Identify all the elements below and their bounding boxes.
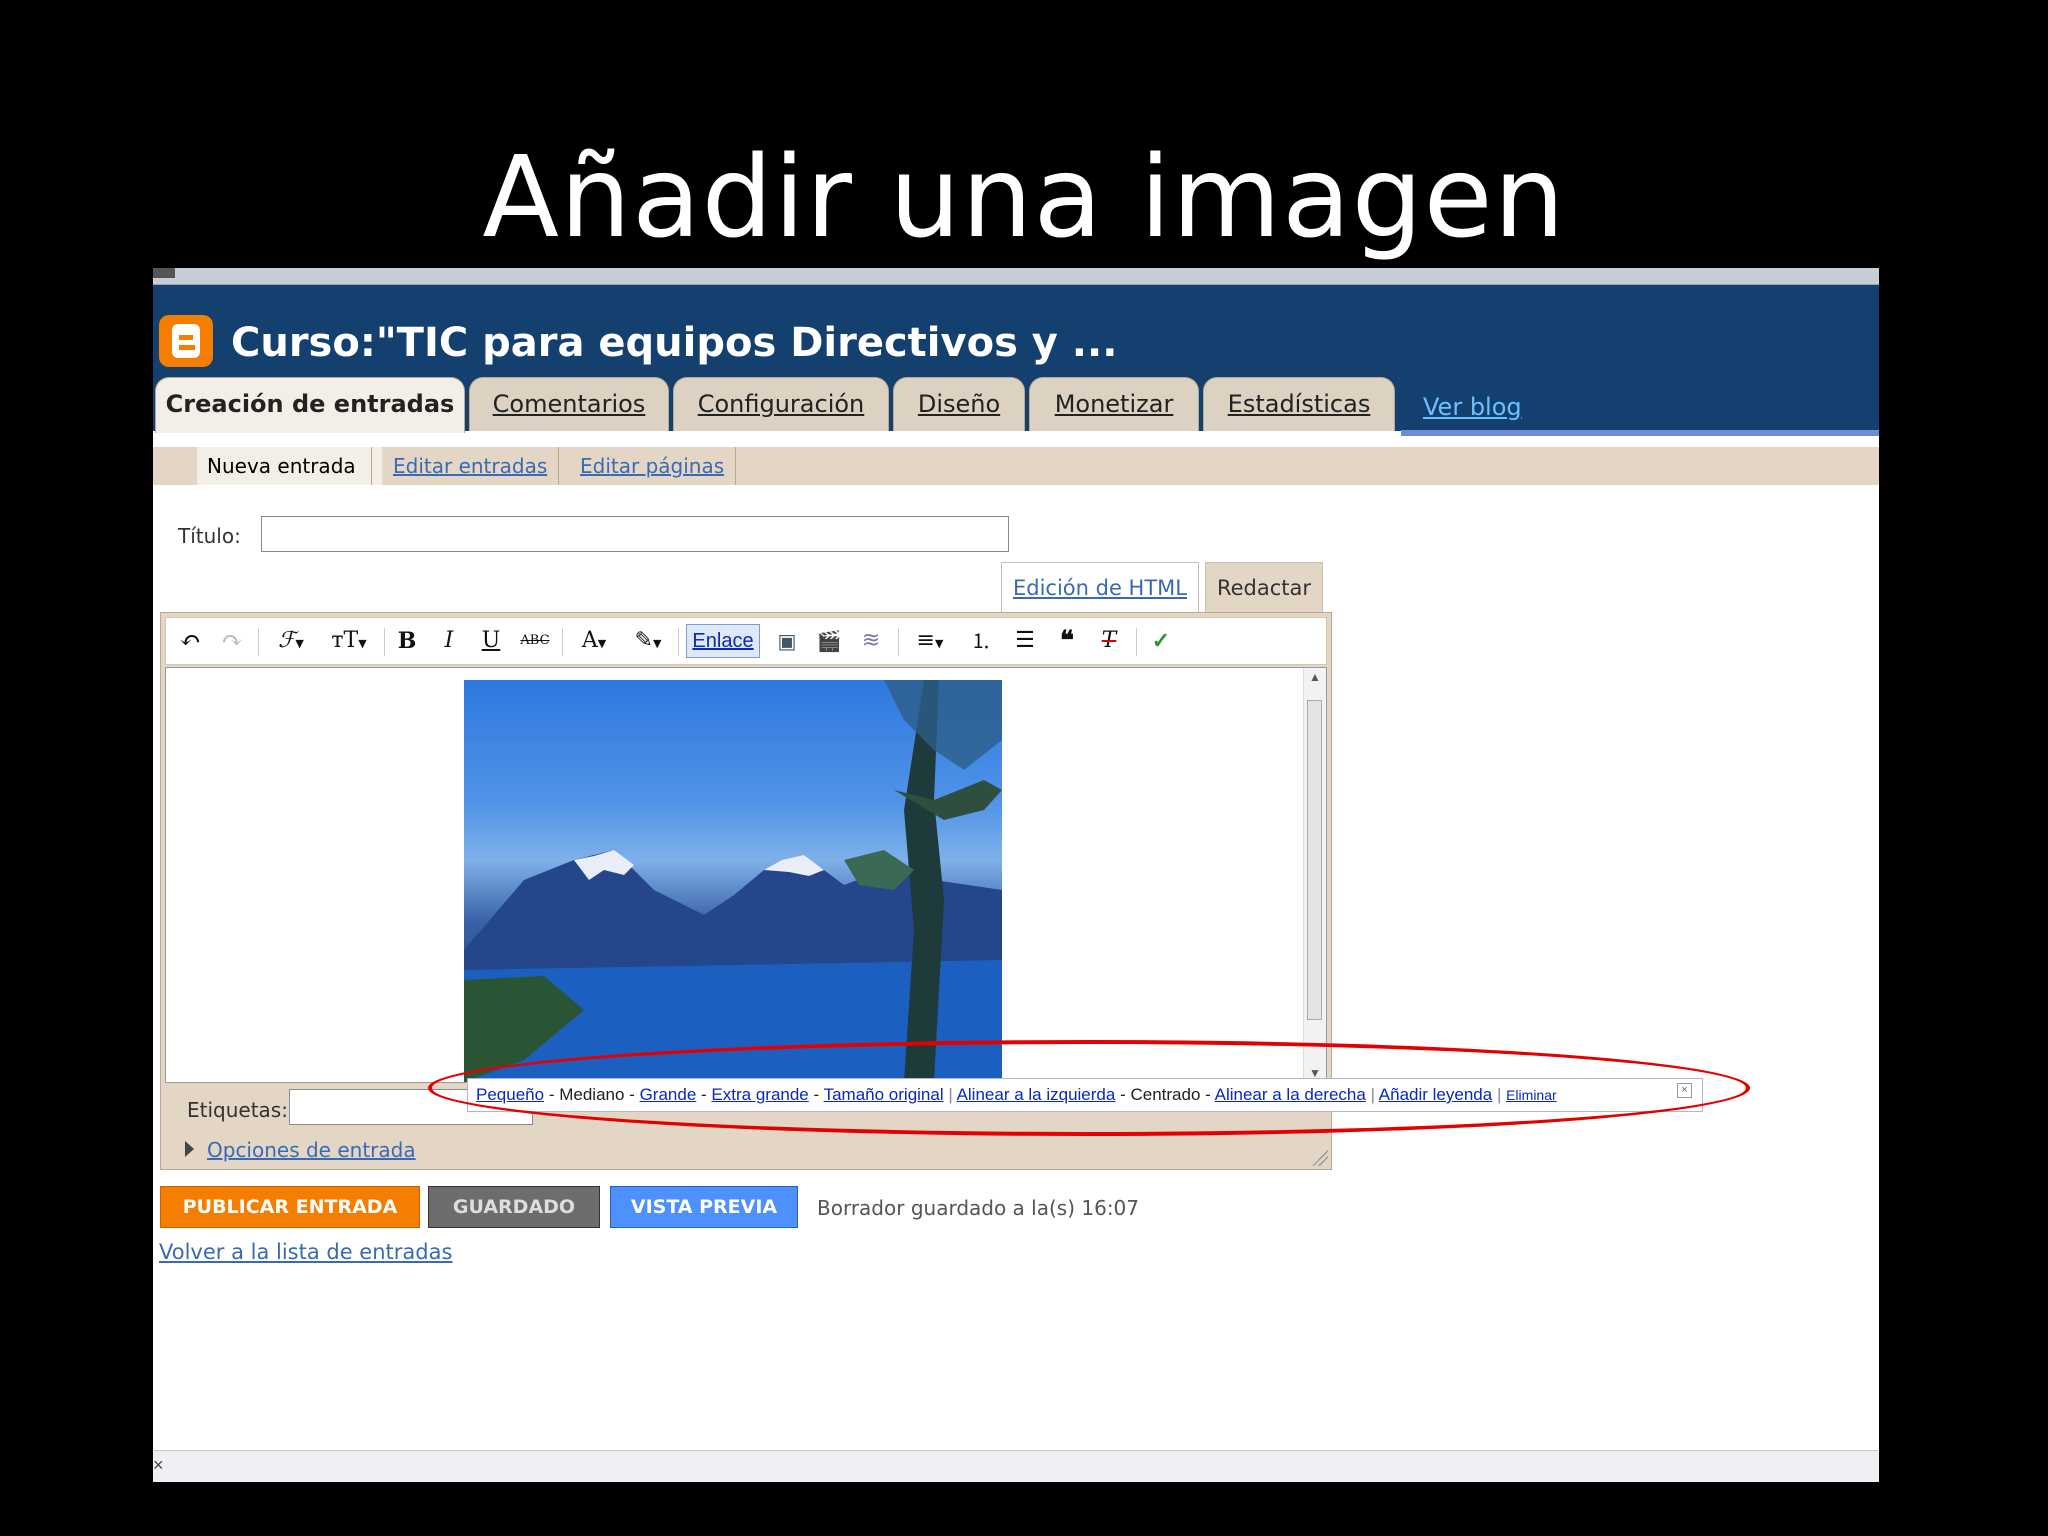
redo-icon[interactable]: ↷ bbox=[218, 626, 246, 656]
font-size-icon[interactable]: тT▼ bbox=[324, 626, 374, 656]
highlight-color-icon[interactable]: ✎▼ bbox=[624, 626, 672, 656]
toolbar-divider bbox=[898, 628, 899, 656]
subnav-divider bbox=[558, 447, 559, 485]
scroll-up-arrow-icon[interactable]: ▲ bbox=[1304, 670, 1326, 684]
titulo-label: Título: bbox=[178, 524, 241, 548]
remove-formatting-icon[interactable]: T bbox=[1094, 626, 1124, 656]
toolbar-divider bbox=[258, 628, 259, 656]
close-status-icon[interactable]: × bbox=[153, 1455, 164, 1476]
tab-creacion-de-entradas[interactable]: Creación de entradas bbox=[155, 377, 465, 433]
mountain-lake-photo bbox=[464, 680, 1002, 1082]
opciones-de-entrada-link[interactable]: Opciones de entrada bbox=[207, 1138, 416, 1162]
toolbar-divider bbox=[562, 628, 563, 656]
tab-diseno[interactable]: Diseño bbox=[893, 377, 1025, 431]
highlight-ellipse bbox=[428, 1040, 1750, 1136]
browser-status-bar: × bbox=[153, 1450, 1879, 1482]
browser-screenshot: Curso:"TIC para equipos Directivos y ...… bbox=[153, 268, 1879, 1482]
toolbar-divider bbox=[1136, 628, 1137, 656]
numbered-list-icon[interactable]: ⒈ bbox=[966, 626, 996, 656]
scrollbar-thumb[interactable] bbox=[1307, 700, 1322, 1020]
align-icon[interactable]: ≡▼ bbox=[906, 626, 954, 656]
subnav-editar-entradas[interactable]: Editar entradas bbox=[393, 447, 547, 485]
etiquetas-label: Etiquetas: bbox=[187, 1098, 288, 1122]
saved-button[interactable]: GUARDADO bbox=[428, 1186, 600, 1228]
editor-toolbar: ↶ ↷ ℱ▼ тT▼ B I U ABC A▼ ✎▼ Enlace ▣ 🎬 ≋ … bbox=[165, 617, 1327, 665]
draft-status: Borrador guardado a la(s) 16:07 bbox=[817, 1196, 1140, 1220]
text-color-icon[interactable]: A▼ bbox=[570, 626, 618, 656]
blockquote-icon[interactable]: ❝ bbox=[1052, 626, 1082, 656]
ver-blog-link[interactable]: Ver blog bbox=[1423, 387, 1522, 427]
editor-scrollbar[interactable]: ▲ ▼ bbox=[1303, 668, 1326, 1082]
subnav-editar-paginas[interactable]: Editar páginas bbox=[580, 447, 724, 485]
blog-title: Curso:"TIC para equipos Directivos y ... bbox=[231, 320, 1118, 366]
strikethrough-icon[interactable]: ABC bbox=[518, 626, 552, 656]
inserted-image[interactable] bbox=[464, 680, 1002, 1082]
bold-icon[interactable]: B bbox=[394, 626, 420, 656]
bullet-list-icon[interactable]: ☰ bbox=[1010, 626, 1040, 656]
undo-icon[interactable]: ↶ bbox=[176, 626, 204, 656]
link-button[interactable]: Enlace bbox=[686, 624, 760, 658]
subnav-nueva-entrada[interactable]: Nueva entrada bbox=[197, 447, 382, 485]
browser-top-strip bbox=[153, 268, 1879, 285]
titulo-input[interactable] bbox=[261, 516, 1009, 552]
toolbar-divider bbox=[384, 628, 385, 656]
blogger-header: Curso:"TIC para equipos Directivos y ...… bbox=[153, 285, 1879, 436]
header-underline bbox=[1401, 430, 1879, 436]
underline-icon[interactable]: U bbox=[478, 626, 504, 656]
volver-link[interactable]: Volver a la lista de entradas bbox=[159, 1240, 452, 1264]
slide-title: Añadir una imagen bbox=[482, 133, 1566, 263]
tab-configuracion[interactable]: Configuración bbox=[673, 377, 889, 431]
tab-edicion-html[interactable]: Edición de HTML bbox=[1001, 562, 1199, 612]
insert-video-icon[interactable]: 🎬 bbox=[814, 626, 844, 656]
insert-image-icon[interactable]: ▣ bbox=[772, 626, 802, 656]
window-icon bbox=[153, 268, 175, 278]
preview-button[interactable]: VISTA PREVIA bbox=[610, 1186, 798, 1228]
sub-navigation: Nueva entrada Editar entradas Editar pág… bbox=[153, 447, 1879, 485]
toolbar-divider bbox=[678, 628, 679, 656]
main-tabs: Creación de entradas Comentarios Configu… bbox=[153, 377, 1879, 433]
resize-handle-icon[interactable] bbox=[1312, 1150, 1328, 1166]
subnav-divider bbox=[735, 447, 736, 485]
publish-button[interactable]: PUBLICAR ENTRADA bbox=[160, 1186, 420, 1228]
editor-content-area[interactable]: ▲ ▼ bbox=[165, 667, 1327, 1083]
spellcheck-icon[interactable]: ✓ bbox=[1146, 626, 1176, 656]
tab-redactar[interactable]: Redactar bbox=[1205, 562, 1323, 612]
tab-estadisticas[interactable]: Estadísticas bbox=[1203, 377, 1395, 431]
font-family-icon[interactable]: ℱ▼ bbox=[268, 626, 314, 656]
expand-triangle-icon[interactable] bbox=[185, 1141, 194, 1157]
italic-icon[interactable]: I bbox=[436, 626, 462, 656]
subnav-divider bbox=[371, 447, 372, 485]
blogger-logo-icon[interactable] bbox=[159, 315, 213, 367]
tab-monetizar[interactable]: Monetizar bbox=[1029, 377, 1199, 431]
tab-comentarios[interactable]: Comentarios bbox=[469, 377, 669, 431]
insert-jump-break-icon[interactable]: ≋ bbox=[856, 626, 886, 656]
